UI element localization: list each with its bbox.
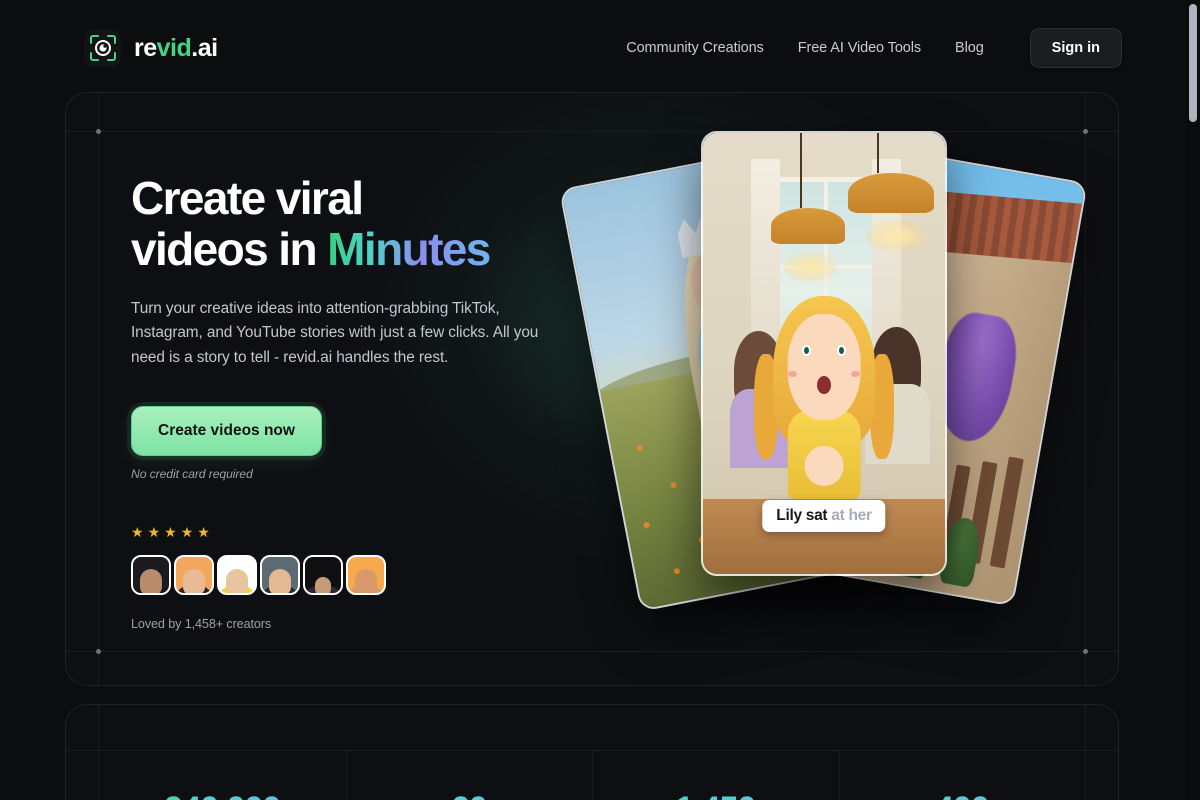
- create-videos-button[interactable]: Create videos now: [131, 406, 322, 457]
- nav-link-community-creations[interactable]: Community Creations: [626, 40, 764, 56]
- camera-lens-icon: [84, 29, 121, 67]
- stats-grid-line-right: [1085, 705, 1086, 800]
- stats-row: 940,000 60 1,450 400: [99, 750, 1085, 800]
- cta-note: No credit card required: [131, 467, 253, 482]
- avatar: [260, 555, 300, 596]
- hero-copy: Create viral videos in Minutes Turn your…: [131, 173, 601, 631]
- stat-value: 1,450: [592, 790, 839, 800]
- brand-logo[interactable]: revid.ai: [84, 29, 218, 67]
- star-rating: ★ ★ ★ ★ ★: [131, 525, 601, 539]
- page-title: Create viral videos in Minutes: [131, 173, 601, 275]
- brand-name-part2: vid: [156, 33, 192, 62]
- stat-item: 940,000: [99, 750, 346, 800]
- star-icon: ★: [147, 524, 161, 541]
- nav-link-blog[interactable]: Blog: [955, 40, 984, 56]
- star-icon: ★: [180, 524, 194, 541]
- nav-link-free-ai-video-tools[interactable]: Free AI Video Tools: [798, 40, 921, 56]
- brand-name-part3: .ai: [191, 33, 218, 62]
- stats-section: 940,000 60 1,450 400: [65, 704, 1119, 800]
- video-card-stack: IN A W,: [536, 113, 1116, 653]
- stat-value: 60: [346, 790, 593, 800]
- grid-line-left: [98, 93, 99, 685]
- avatar: [346, 555, 386, 596]
- site-header: revid.ai Community Creations Free AI Vid…: [0, 0, 1186, 96]
- stat-value: 940,000: [99, 790, 346, 800]
- hero-title-line1: Create viral: [131, 172, 364, 224]
- stat-item: 400: [838, 750, 1086, 800]
- avatar: [174, 555, 214, 596]
- avatar: [217, 555, 257, 596]
- avatar: [131, 555, 171, 596]
- hero-section: Create viral videos in Minutes Turn your…: [65, 92, 1119, 686]
- grid-dot-bottom-left: [96, 649, 101, 654]
- video-caption-muted: at her: [831, 507, 872, 524]
- brand-name-part1: re: [134, 33, 157, 62]
- stat-item: 60: [345, 750, 593, 800]
- grid-dot-top-left: [96, 129, 101, 134]
- video-caption-bold: Lily sat: [776, 507, 828, 524]
- page-scrollbar[interactable]: [1186, 0, 1200, 800]
- star-icon: ★: [131, 524, 144, 541]
- brand-name: revid.ai: [134, 34, 218, 63]
- hero-subtitle: Turn your creative ideas into attention-…: [131, 300, 539, 366]
- star-icon: ★: [164, 524, 177, 541]
- scrollbar-thumb[interactable]: [1189, 4, 1197, 122]
- creator-avatars: [131, 555, 601, 596]
- social-proof: ★ ★ ★ ★ ★ Loved by 1,458+ creators: [131, 525, 601, 631]
- hero-title-highlight: Minutes: [327, 223, 491, 275]
- stat-item: 1,450: [592, 750, 839, 800]
- video-card-center[interactable]: Lily sat at her: [701, 131, 947, 576]
- stat-value: 400: [839, 790, 1086, 800]
- loved-by-label: Loved by 1,458+ creators: [131, 617, 272, 632]
- main-nav: Community Creations Free AI Video Tools …: [626, 28, 1122, 68]
- cta-group: Create videos now No credit card require…: [131, 406, 601, 481]
- avatar: [303, 555, 343, 596]
- hero-title-line2-plain: videos in: [131, 223, 328, 275]
- sign-in-button[interactable]: Sign in: [1029, 28, 1122, 68]
- star-icon: ★: [197, 524, 210, 541]
- video-caption: Lily sat at her: [762, 500, 886, 532]
